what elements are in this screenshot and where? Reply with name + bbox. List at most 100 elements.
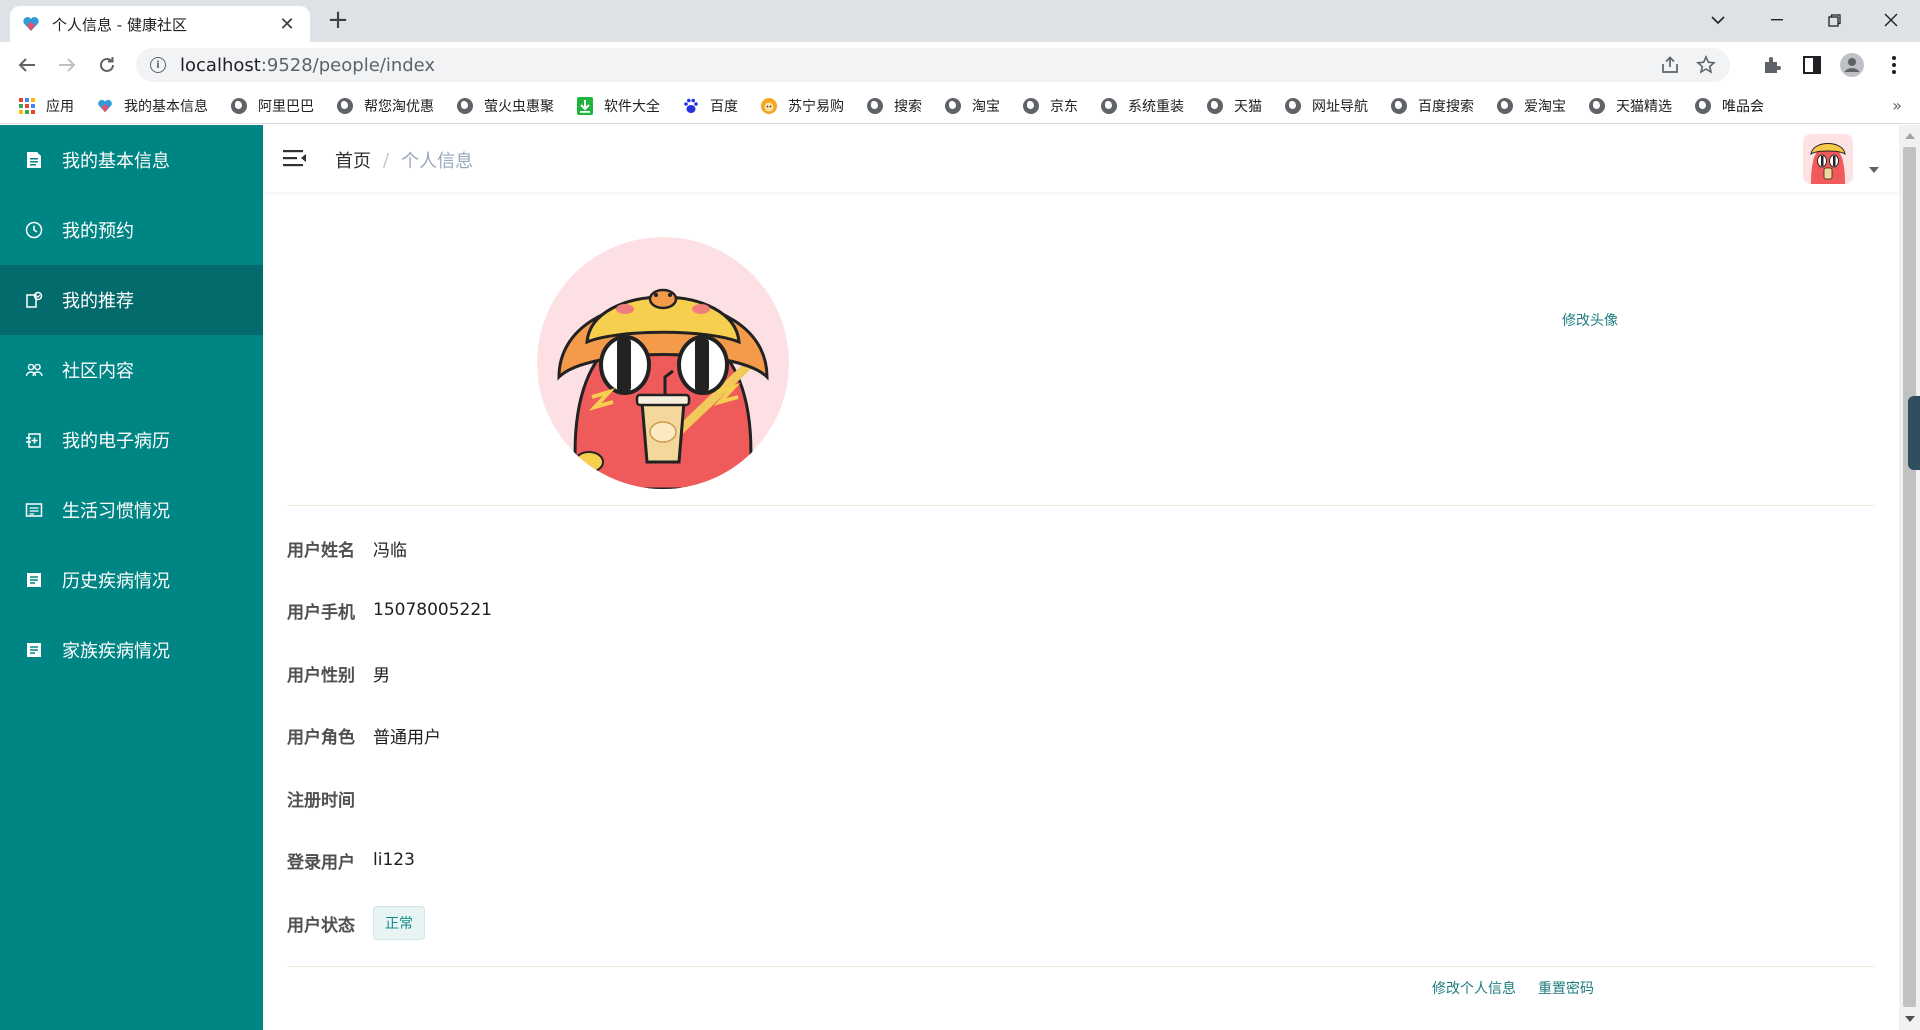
minimize-button[interactable] [1749,0,1805,40]
bookmark-tmall-select[interactable]: 天猫精选 [1588,96,1672,116]
globe-icon [456,97,474,115]
sidebar-item-recommendations[interactable]: 我的推荐 [0,265,263,335]
bookmark-taoyouhui[interactable]: 帮您淘优惠 [336,96,434,116]
divider [287,505,1875,506]
community-icon [24,360,44,380]
family-icon [24,640,44,660]
bookmark-software[interactable]: 软件大全 [576,96,660,116]
record-icon [24,430,44,450]
scrollbar-thumb[interactable] [1903,147,1916,1007]
bookmark-jd[interactable]: 京东 [1022,96,1078,116]
url-host: localhost [180,54,261,76]
field-register-time: 注册时间 [287,783,373,813]
minimize-icon [1771,19,1783,21]
document-icon [24,150,44,170]
sidebar-item-family-history[interactable]: 家族疾病情况 [0,615,263,685]
bookmark-vip[interactable]: 唯品会 [1694,96,1764,116]
browser-tab[interactable]: 个人信息 - 健康社区 ✕ [10,6,310,42]
sidebar-item-label: 我的推荐 [62,291,134,312]
close-tab-icon[interactable]: ✕ [276,14,298,35]
bookmark-label: 我的基本信息 [124,98,208,115]
bookmark-baidu[interactable]: 百度 [682,96,738,116]
extensions-icon[interactable] [1760,53,1784,77]
change-avatar-link[interactable]: 修改头像 [1562,310,1618,330]
sidebar-item-label: 社区内容 [62,361,134,382]
bookmark-label: 淘宝 [972,98,1000,115]
reload-button[interactable] [93,51,121,79]
site-info-icon[interactable]: i [150,57,166,73]
back-button[interactable] [13,51,41,79]
forward-button[interactable] [53,51,81,79]
sidebar-item-basic-info[interactable]: 我的基本信息 [0,125,263,195]
address-bar[interactable]: i localhost:9528/people/index [136,48,1730,82]
page-scrollbar[interactable] [1899,125,1920,1030]
bookmark-navigation[interactable]: 网址导航 [1284,96,1368,116]
restore-button[interactable] [1806,0,1862,40]
status-badge: 正常 [373,906,425,940]
bookmark-apps[interactable]: 应用 [18,96,74,116]
bookmark-aitaobao[interactable]: 爱淘宝 [1496,96,1566,116]
field-label: 用户状态 [287,915,355,936]
close-icon [1884,13,1898,27]
more-menu-icon[interactable] [1882,53,1906,77]
side-panel-icon[interactable] [1800,53,1824,77]
globe-icon [1100,97,1118,115]
scroll-down-arrow-icon[interactable] [1905,1016,1915,1022]
side-drawer-handle[interactable] [1908,396,1920,470]
bookmark-tmall[interactable]: 天猫 [1206,96,1262,116]
tab-title: 个人信息 - 健康社区 [52,15,187,34]
field-label: 用户姓名 [287,540,355,561]
new-tab-button[interactable]: + [324,7,352,35]
sidebar-item-habits[interactable]: 生活习惯情况 [0,475,263,545]
profile-icon[interactable] [1840,53,1864,77]
bookmark-label: 网址导航 [1312,98,1368,115]
bookmark-taobao[interactable]: 淘宝 [944,96,1000,116]
avatar[interactable] [1803,134,1853,184]
star-icon[interactable] [1696,48,1716,82]
url-path: :9528/people/index [260,54,436,76]
sidebar-item-community[interactable]: 社区内容 [0,335,263,405]
field-value: 普通用户 [373,727,441,748]
download-icon [576,96,594,115]
close-window-button[interactable] [1863,0,1919,40]
apps-grid-icon [18,97,36,115]
restore-icon [1827,13,1841,27]
globe-icon [1284,97,1302,115]
bookmark-search[interactable]: 搜索 [866,96,922,116]
globe-icon [866,97,884,115]
sidebar-item-medical-record[interactable]: 我的电子病历 [0,405,263,475]
sidebar-item-label: 生活习惯情况 [62,501,170,522]
field-value: 冯临 [373,540,407,561]
bookmark-label: 天猫精选 [1616,98,1672,115]
globe-icon [336,97,354,115]
breadcrumb-home[interactable]: 首页 [335,147,371,173]
caret-down-icon[interactable] [1869,167,1879,173]
more-bookmarks-button[interactable]: » [1892,96,1902,115]
bookmark-baidu-search[interactable]: 百度搜索 [1390,96,1474,116]
sidebar-item-disease-history[interactable]: 历史疾病情况 [0,545,263,615]
share-icon[interactable] [1660,48,1680,82]
bookmark-label: 软件大全 [604,98,660,115]
tab-search-button[interactable] [1690,0,1746,40]
field-role: 用户角色 普通用户 [287,720,441,750]
scroll-up-arrow-icon[interactable] [1905,133,1915,139]
edit-info-link[interactable]: 修改个人信息 [1432,978,1516,998]
sidebar-item-appointments[interactable]: 我的预约 [0,195,263,265]
sidebar-item-label: 家族疾病情况 [62,641,170,662]
bookmark-basic-info[interactable]: 我的基本信息 [96,96,208,116]
heart-logo-icon [96,97,114,115]
menu-toggle-icon[interactable] [283,147,307,169]
reset-password-link[interactable]: 重置密码 [1538,978,1594,998]
field-status: 用户状态 正常 [287,906,425,940]
bookmark-label: 搜索 [894,98,922,115]
bookmark-yinghuochong[interactable]: 萤火虫惠聚 [456,96,554,116]
heart-logo-icon [22,15,40,33]
bookmark-reinstall[interactable]: 系统重装 [1100,96,1184,116]
recommend-icon [24,290,44,310]
bookmark-label: 系统重装 [1128,98,1184,115]
paw-icon [682,97,700,115]
globe-icon [230,97,248,115]
bookmark-suning[interactable]: 苏宁易购 [760,96,844,116]
sidebar-item-label: 历史疾病情况 [62,571,170,592]
bookmark-alibaba[interactable]: 阿里巴巴 [230,96,314,116]
